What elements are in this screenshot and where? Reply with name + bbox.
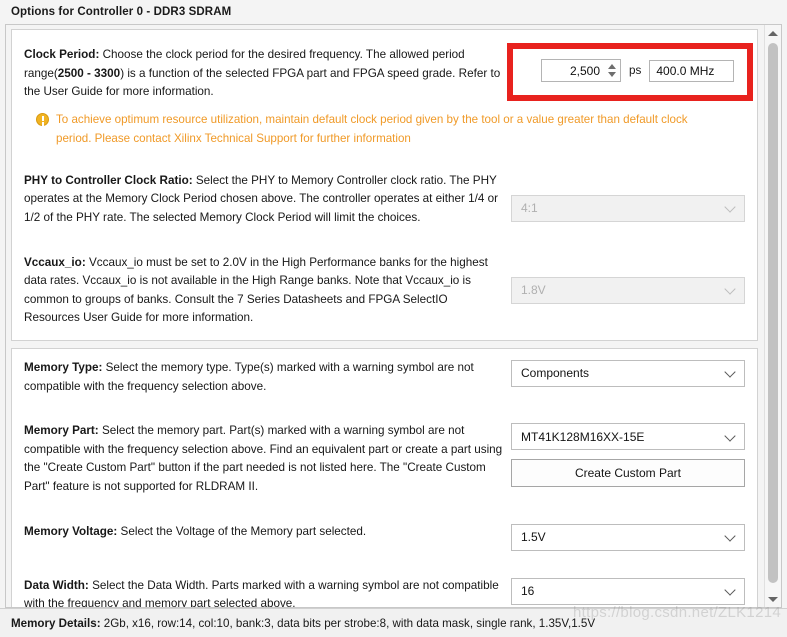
vccaux-io-label: Vccaux_io:: [24, 255, 86, 269]
data-width-description: Data Width: Select the Data Width. Parts…: [24, 577, 511, 608]
options-scroll-viewport: Clock Period: Choose the clock period fo…: [5, 24, 782, 608]
caret-down-icon: [768, 596, 778, 602]
memory-voltage-label: Memory Voltage:: [24, 524, 118, 538]
vccaux-io-row: Vccaux_io: Vccaux_io must be set to 2.0V…: [24, 254, 745, 328]
clocking-panel: Clock Period: Choose the clock period fo…: [11, 29, 758, 341]
frequency-readout: 400.0 MHz: [649, 59, 735, 82]
memory-type-controls: Components: [511, 359, 745, 387]
data-width-row: Data Width: Select the Data Width. Parts…: [24, 577, 745, 608]
memory-type-value: Components: [521, 366, 590, 381]
vertical-scrollbar[interactable]: [764, 25, 781, 607]
memory-voltage-description: Memory Voltage: Select the Voltage of th…: [24, 523, 511, 542]
clock-period-unit: ps: [629, 64, 642, 77]
warning-text: To achieve optimum resource utilization,…: [56, 112, 688, 145]
vccaux-io-desc: Vccaux_io must be set to 2.0V in the Hig…: [24, 255, 488, 325]
clock-period-label: Clock Period:: [24, 48, 100, 61]
spinner-up-icon[interactable]: [607, 64, 616, 69]
memory-part-description: Memory Part: Select the memory part. Par…: [24, 422, 511, 496]
clock-period-range: 2500 - 3300: [57, 66, 121, 80]
memory-details-status-bar: Memory Details: 2Gb, x16, row:14, col:10…: [0, 608, 787, 637]
vccaux-io-select[interactable]: 1.8V: [511, 276, 745, 304]
memory-voltage-desc: Select the Voltage of the Memory part se…: [117, 524, 367, 538]
phy-ratio-select[interactable]: 4:1: [511, 194, 745, 222]
chevron-down-icon: [724, 429, 736, 442]
scroll-down-button[interactable]: [765, 591, 781, 607]
clock-period-warning: To achieve optimum resource utilization,…: [36, 110, 745, 148]
memory-voltage-row: Memory Voltage: Select the Voltage of th…: [24, 523, 745, 551]
clock-period-row: Clock Period: Choose the clock period fo…: [24, 40, 745, 102]
memory-part-controls: MT41K128M16XX-15E Create Custom Part: [511, 422, 745, 488]
clock-period-controls: 2,500 ps 400.0 MHz: [511, 46, 745, 82]
chevron-down-icon: [724, 283, 736, 295]
options-dialog: Options for Controller 0 - DDR3 SDRAM Cl…: [0, 0, 787, 637]
memory-voltage-value: 1.5V: [521, 530, 546, 544]
create-custom-part-button[interactable]: Create Custom Part: [511, 459, 745, 488]
data-width-select[interactable]: 16: [511, 577, 745, 605]
chevron-down-icon: [724, 201, 736, 213]
vccaux-io-description: Vccaux_io: Vccaux_io must be set to 2.0V…: [24, 254, 511, 328]
memory-type-label: Memory Type:: [24, 360, 103, 374]
data-width-controls: 16: [511, 577, 745, 605]
vccaux-io-value: 1.8V: [521, 283, 546, 298]
clock-period-input[interactable]: 2,500: [542, 60, 605, 81]
phy-ratio-row: PHY to Controller Clock Ratio: Select th…: [24, 172, 745, 228]
memory-part-value: MT41K128M16XX-15E: [521, 429, 645, 444]
memory-voltage-controls: 1.5V: [511, 523, 745, 551]
dialog-title-bar: Options for Controller 0 - DDR3 SDRAM: [0, 0, 787, 24]
scroll-up-button[interactable]: [765, 25, 781, 41]
memory-part-select[interactable]: MT41K128M16XX-15E: [511, 423, 745, 451]
chevron-down-icon: [724, 366, 736, 379]
spinner-down-icon[interactable]: [607, 72, 616, 77]
phy-ratio-description: PHY to Controller Clock Ratio: Select th…: [24, 172, 511, 228]
chevron-down-icon: [724, 584, 736, 596]
phy-ratio-value: 4:1: [521, 201, 538, 216]
clock-period-stepper[interactable]: 2,500: [541, 59, 621, 82]
memory-type-description: Memory Type: Select the memory type. Typ…: [24, 359, 511, 396]
clock-period-spinner-arrows[interactable]: [605, 60, 620, 81]
clock-period-description: Clock Period: Choose the clock period fo…: [24, 46, 511, 102]
page-title: Options for Controller 0 - DDR3 SDRAM: [11, 6, 232, 18]
data-width-value: 16: [521, 584, 535, 598]
scrollbar-thumb[interactable]: [768, 43, 778, 583]
memory-part-row: Memory Part: Select the memory part. Par…: [24, 422, 745, 496]
warning-icon: [36, 112, 49, 126]
vccaux-io-controls: 1.8V: [511, 254, 745, 304]
phy-ratio-controls: 4:1: [511, 172, 745, 222]
options-scroll-content: Clock Period: Choose the clock period fo…: [6, 25, 763, 608]
chevron-down-icon: [724, 530, 736, 542]
caret-up-icon: [768, 30, 778, 36]
memory-part-label: Memory Part:: [24, 424, 99, 438]
memory-voltage-select[interactable]: 1.5V: [511, 523, 745, 551]
data-width-label: Data Width:: [24, 578, 89, 592]
memory-details-text: Memory Details: 2Gb, x16, row:14, col:10…: [11, 617, 595, 630]
memory-details-label: Memory Details:: [11, 616, 101, 630]
data-width-desc: Select the Data Width. Parts marked with…: [24, 578, 499, 608]
memory-type-row: Memory Type: Select the memory type. Typ…: [24, 359, 745, 396]
memory-details-value: 2Gb, x16, row:14, col:10, bank:3, data b…: [100, 616, 596, 630]
memory-panel: Memory Type: Select the memory type. Typ…: [11, 347, 758, 608]
memory-type-select[interactable]: Components: [511, 359, 745, 387]
phy-ratio-label: PHY to Controller Clock Ratio:: [24, 173, 193, 187]
